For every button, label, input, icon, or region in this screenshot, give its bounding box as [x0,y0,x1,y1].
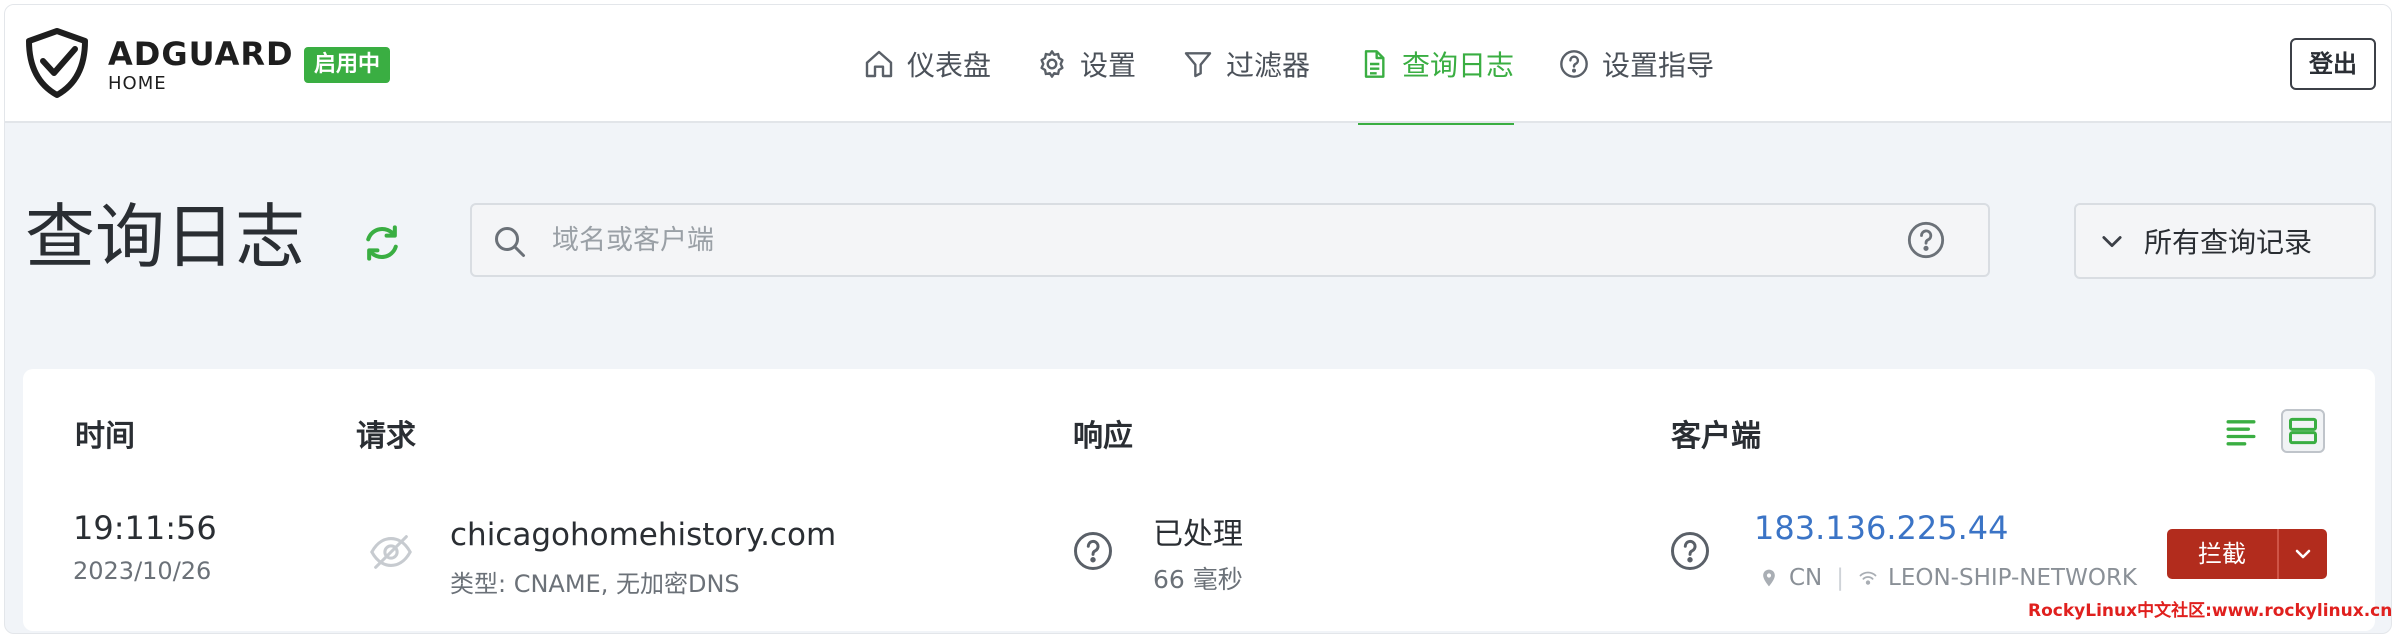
block-split-button: 拦截 [2167,529,2327,579]
chevron-down-icon [2102,236,2122,248]
filter-icon [1184,52,1212,78]
search-help-icon[interactable] [1906,220,1946,260]
search-icon [495,227,525,257]
block-options-toggle[interactable] [2279,529,2327,579]
wifi-icon [1859,571,1877,585]
nav-filters-label: 过滤器 [1226,49,1311,82]
document-icon [1364,50,1385,78]
nav-setup-guide[interactable]: 设置指导 [1558,5,1714,123]
row-client-network: LEON-SHIP-NETWORK [1888,565,2138,591]
row-type-info: 类型: CNAME, 无加密DNS [450,570,740,598]
row-client-meta: CN | LEON-SHIP-NETWORK [1759,565,2137,591]
chevron-down-icon [2295,549,2311,559]
app-window: ADGUARD HOME 启用中 仪表盘 设置 过滤器 查询日志 设置指导 登出… [4,4,2392,634]
client-help-icon[interactable] [1669,530,1711,572]
filter-selected-value: 所有查询记录 [2144,226,2313,259]
nav-query-log[interactable]: 查询日志 [1358,5,1515,125]
nav-dashboard[interactable]: 仪表盘 [863,5,991,123]
row-response-status: 已处理 [1153,517,1243,552]
gear-icon [1040,50,1064,78]
watermark-text: RockyLinux中文社区:www.rockylinux.cn [2028,601,2393,621]
brand-name: ADGUARD [108,35,294,73]
help-icon [1560,50,1588,78]
logout-button[interactable]: 登出 [2290,38,2376,90]
nav-settings[interactable]: 设置 [1036,5,1136,123]
page-title: 查询日志 [25,196,305,278]
default-view-toggle[interactable] [2281,409,2325,453]
row-date: 2023/10/26 [73,557,212,585]
home-icon [865,50,893,78]
protection-status-badge: 启用中 [304,47,391,83]
query-log-table: 时间 请求 响应 客户端 19:11:56 2023/10/26 chicago… [23,369,2375,631]
nav-query-log-label: 查询日志 [1402,49,1515,82]
compact-view-icon[interactable] [2219,409,2263,453]
brand-subtitle: HOME [108,73,167,94]
eye-slash-icon [370,535,412,569]
column-header-time: 时间 [75,419,135,454]
separator: | [1836,565,1845,591]
search-box [470,203,1990,277]
column-header-response: 响应 [1073,419,1133,454]
row-client-ip[interactable]: 183.136.225.44 [1754,509,2008,547]
column-header-client: 客户端 [1671,419,1761,454]
row-time: 19:11:56 [73,509,217,547]
row-domain[interactable]: chicagohomehistory.com [450,517,836,553]
expanded-view-icon [2289,417,2317,445]
block-button[interactable]: 拦截 [2167,529,2279,579]
row-elapsed-time: 66 毫秒 [1153,565,1243,594]
response-filter-select[interactable]: 所有查询记录 [2074,203,2376,279]
refresh-icon[interactable] [360,221,404,265]
nav-settings-label: 设置 [1080,49,1137,82]
response-help-icon[interactable] [1072,530,1114,572]
nav-dashboard-label: 仪表盘 [907,49,992,82]
top-header: ADGUARD HOME 启用中 仪表盘 设置 过滤器 查询日志 设置指导 登出 [5,5,2391,125]
search-input[interactable] [552,205,1852,275]
nav-setup-guide-label: 设置指导 [1602,49,1715,82]
location-pin-icon [1763,569,1775,587]
nav-filters[interactable]: 过滤器 [1182,5,1310,123]
adguard-logo-icon[interactable] [23,27,91,99]
column-header-request: 请求 [356,419,416,454]
row-client-country: CN [1789,565,1823,591]
